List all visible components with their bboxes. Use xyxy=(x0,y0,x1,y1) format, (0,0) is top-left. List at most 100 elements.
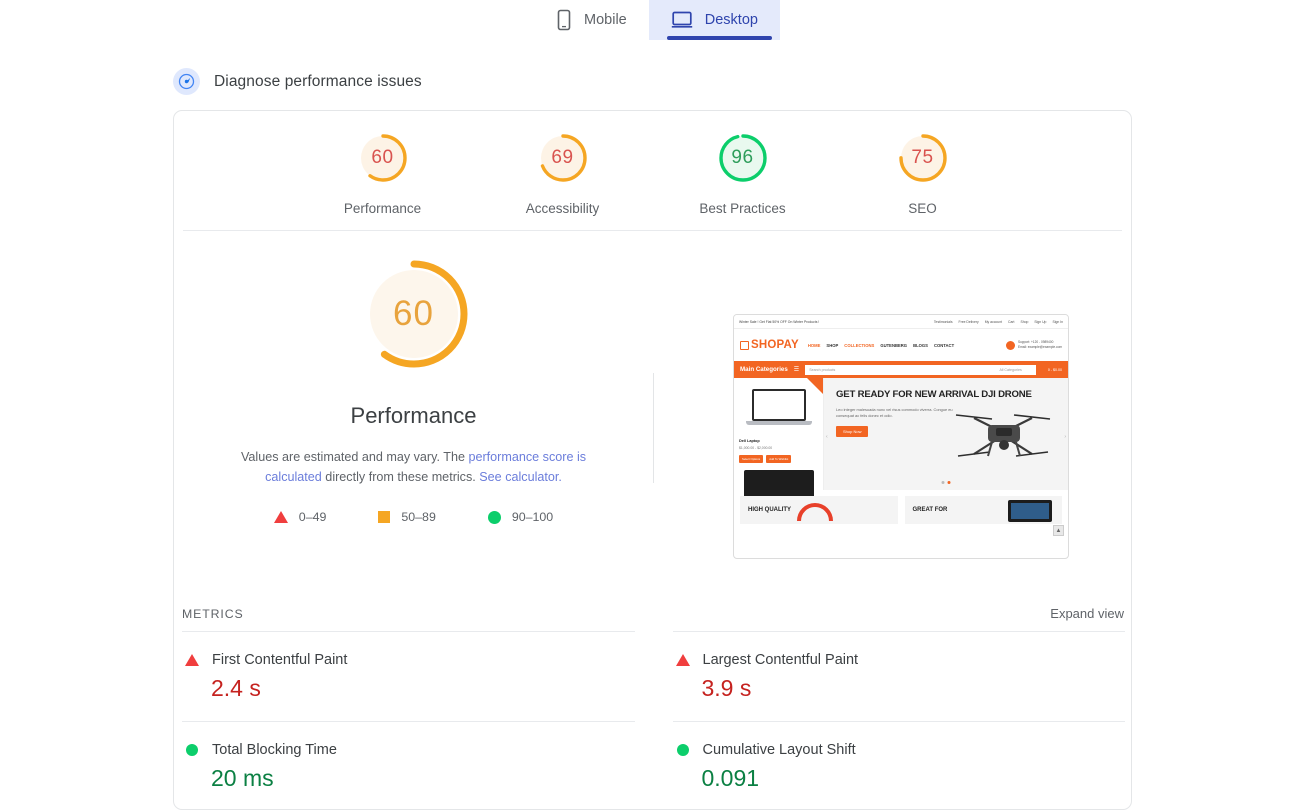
thumb-brand-row: SHOPAY HOME SHOP COLLECTIONS GUTENBERG B… xyxy=(734,329,1068,361)
thumb-nav: HOME SHOP COLLECTIONS GUTENBERG BLOGS CO… xyxy=(808,343,954,348)
pass-circle-icon xyxy=(676,744,689,756)
thumb-link-free-delivery: Free Delivery xyxy=(958,319,979,324)
thumb-support-phone: Support: +120 - 0989400 xyxy=(1018,340,1054,344)
page-screenshot-thumbnail[interactable]: Winter Sale ! Get Flat 50% OFF On Winter… xyxy=(733,314,1069,559)
gauge-value-seo: 75 xyxy=(911,147,934,168)
tab-mobile-label: Mobile xyxy=(584,12,627,28)
metric-name: Total Blocking Time xyxy=(212,742,337,758)
metric-value: 20 ms xyxy=(211,765,274,791)
pass-circle-icon xyxy=(186,744,198,756)
section-divider xyxy=(183,230,1122,231)
hamburger-icon: ☰ xyxy=(793,367,800,373)
thumb-category-select: All Categories xyxy=(999,367,1022,372)
gauge-label-accessibility: Accessibility xyxy=(525,201,600,216)
thumb-search-box: Search products All Categories xyxy=(805,364,1036,375)
report-card: 60 Performance 69 Accessibility 96 Best … xyxy=(173,110,1132,810)
thumb-nav-collections: COLLECTIONS xyxy=(844,342,875,348)
headset-icon xyxy=(1006,340,1016,350)
thumb-shop-now-button: Shop Now xyxy=(836,426,869,437)
gauge-ring-performance: 60 xyxy=(353,128,413,188)
legend-label-fail: 0–49 xyxy=(298,510,327,524)
gauge-ring-best-practices: 96 xyxy=(713,128,773,188)
gauge-value-accessibility: 69 xyxy=(551,147,574,168)
pass-circle-icon xyxy=(487,510,501,524)
thumb-link-my-account: My account xyxy=(984,319,1003,324)
warning-triangle-icon xyxy=(273,511,288,523)
gauge-value-best-practices: 96 xyxy=(731,147,754,168)
thumb-nav-blogs: BLOGS xyxy=(913,342,928,348)
thumb-product-price: $1,000.00 - $2,000.00 xyxy=(739,446,773,450)
performance-summary: 60 Performance Values are estimated and … xyxy=(174,256,653,524)
main-gauge-ring: 60 xyxy=(356,256,472,372)
drone-image xyxy=(955,414,1051,457)
legend-item-pass: 90–100 xyxy=(487,510,554,524)
thumb-product-name: Dell Laptop xyxy=(739,439,760,443)
legend-item-average: 50–89 xyxy=(378,510,436,524)
metrics-grid: First Contentful Paint 2.4 s Largest Con… xyxy=(174,631,1133,811)
category-scores: 60 Performance 69 Accessibility 96 Best … xyxy=(174,111,1131,216)
thumb-banner1-label: HIGH QUALITY xyxy=(748,507,791,513)
metric-first-contentful-paint[interactable]: First Contentful Paint 2.4 s xyxy=(182,631,635,721)
metric-name: Cumulative Layout Shift xyxy=(702,742,856,758)
thumb-category-bar: Main Categories ☰ Search products All Ca… xyxy=(734,361,1068,378)
thumb-wishlist-button: Add To Wishlist xyxy=(766,455,792,463)
metric-largest-contentful-paint[interactable]: Largest Contentful Paint 3.9 s xyxy=(672,631,1125,721)
thumb-link-shop: Shop xyxy=(1020,319,1029,324)
speed-arc-icon xyxy=(797,503,833,522)
thumb-link-testimonials: Testimonials xyxy=(933,319,953,324)
thumb-link-sign-up: Sign Up xyxy=(1034,319,1047,324)
gauge-ring-seo: 75 xyxy=(893,128,953,188)
warning-triangle-icon xyxy=(675,654,690,666)
thumb-product-card: Dell Laptop $1,000.00 - $2,000.00 Select… xyxy=(734,378,824,506)
thumb-logo: SHOPAY xyxy=(740,339,799,351)
see-calculator-link[interactable]: See calculator. xyxy=(479,470,562,484)
carousel-prev-icon: ‹ xyxy=(826,434,828,440)
tab-mobile[interactable]: Mobile xyxy=(534,0,649,40)
thumb-nav-gutenberg: GUTENBERG xyxy=(880,342,908,348)
gauge-label-best-practices: Best Practices xyxy=(699,201,786,216)
thumb-banner-great-for: GREAT FOR xyxy=(904,496,1062,524)
category-score-best-practices[interactable]: 96 Best Practices xyxy=(682,128,804,216)
diagnose-label: Diagnose performance issues xyxy=(214,72,422,90)
thumb-promo: Winter Sale ! Get Flat 50% OFF On Winter… xyxy=(739,319,820,324)
main-gauge-title: Performance xyxy=(350,403,477,428)
thumb-main-categories: Main Categories xyxy=(740,366,788,373)
thumb-select-options-button: Select Options xyxy=(739,455,764,463)
legend-label-pass: 90–100 xyxy=(511,510,554,524)
thumb-topbar-links: Testimonials Free Delivery My account Ca… xyxy=(934,320,1063,324)
score-legend: 0–49 50–89 90–100 xyxy=(174,510,653,524)
main-gauge-value: 60 xyxy=(393,294,434,333)
thumb-banner-high-quality: HIGH QUALITY xyxy=(740,496,898,524)
thumb-support: Support: +120 - 0989400 Email: example@e… xyxy=(1006,340,1062,350)
metric-total-blocking-time[interactable]: Total Blocking Time 20 ms xyxy=(182,721,635,811)
carousel-dots xyxy=(941,481,951,484)
expand-view-button[interactable]: Expand view xyxy=(1050,606,1124,621)
gauge-label-seo: SEO xyxy=(908,201,937,216)
square-icon xyxy=(378,511,391,523)
metrics-header: METRICS Expand view xyxy=(174,606,1133,621)
metric-value: 2.4 s xyxy=(211,675,261,701)
metric-cumulative-layout-shift[interactable]: Cumulative Layout Shift 0.091 xyxy=(672,721,1125,811)
category-score-seo[interactable]: 75 SEO xyxy=(862,128,984,216)
diagnose-header: Diagnose performance issues xyxy=(173,68,422,95)
laptop-image xyxy=(745,389,812,431)
legend-item-fail: 0–49 xyxy=(273,510,327,524)
tab-desktop-label: Desktop xyxy=(704,12,758,28)
metric-value: 0.091 xyxy=(701,765,760,791)
device-tab-bar: Mobile Desktop xyxy=(0,0,1314,40)
thumb-support-text: Support: +120 - 0989400 Email: example@e… xyxy=(1018,340,1062,350)
tab-desktop[interactable]: Desktop xyxy=(648,0,780,40)
gauge-label-performance: Performance xyxy=(343,201,422,216)
mobile-icon xyxy=(556,9,572,31)
speedometer-icon xyxy=(173,68,200,95)
gauge-value-performance: 60 xyxy=(371,147,394,168)
thumb-cart-total: 0 - $0.00 xyxy=(1047,367,1062,372)
thumb-banner2-label: GREAT FOR xyxy=(912,507,948,513)
category-score-accessibility[interactable]: 69 Accessibility xyxy=(502,128,624,216)
metric-name: Largest Contentful Paint xyxy=(702,652,859,668)
thumb-topbar: Winter Sale ! Get Flat 50% OFF On Winter… xyxy=(734,315,1068,329)
category-score-performance[interactable]: 60 Performance xyxy=(322,128,444,216)
thumb-search-placeholder: Search products xyxy=(809,367,836,372)
performance-description: Values are estimated and may vary. The p… xyxy=(216,447,611,487)
tab-active-underline xyxy=(666,36,772,40)
